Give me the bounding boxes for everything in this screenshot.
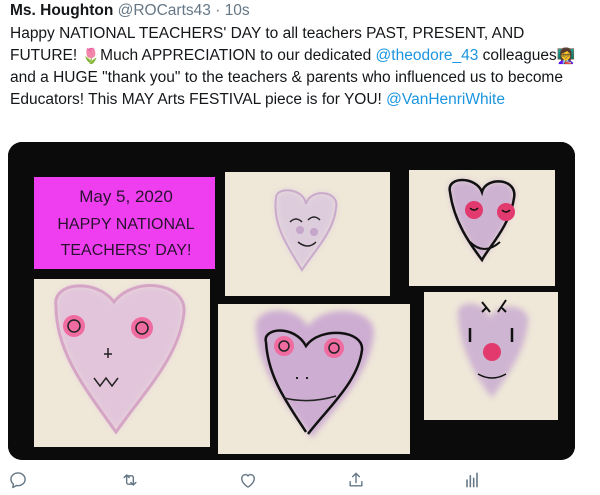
mention-link[interactable]: @VanHenriWhite <box>386 91 505 108</box>
artwork-heart-face-4 <box>218 304 410 454</box>
tweet-timestamp[interactable]: 10s <box>225 2 250 19</box>
artwork-heart-face-3 <box>34 279 210 447</box>
author-name[interactable]: Ms. Houghton <box>10 2 113 19</box>
like-icon <box>241 473 255 488</box>
reply-icon <box>10 472 26 489</box>
reply-button[interactable] <box>8 470 32 494</box>
mention-link[interactable]: @theodore_43 <box>376 47 479 64</box>
analytics-icon <box>466 472 478 488</box>
tweet-text: Happy NATIONAL TEACHERS' DAY to all teac… <box>10 23 595 110</box>
share-icon <box>349 472 363 487</box>
artwork-heart-face-5 <box>424 292 558 420</box>
photo-artwork: May 5, 2020 HAPPY NATIONAL TEACHERS' DAY… <box>8 142 575 460</box>
tweet-media-photo[interactable]: May 5, 2020 HAPPY NATIONAL TEACHERS' DAY… <box>8 142 575 460</box>
tweet-text-segment: colleagues <box>478 46 557 64</box>
tulip-emoji-icon: 🌷 <box>81 47 101 65</box>
retweet-button[interactable] <box>120 470 144 494</box>
share-button[interactable] <box>346 470 370 494</box>
teacher-emoji-icon: 👩‍🏫 <box>556 47 576 65</box>
analytics-button[interactable] <box>462 470 486 494</box>
artwork-heart-face-2 <box>409 170 555 286</box>
retweet-icon <box>123 474 137 486</box>
sign-line-teachers: TEACHERS' DAY! <box>61 242 192 259</box>
like-button[interactable] <box>238 470 262 494</box>
tweet-text-segment: Much APPRECIATION to our dedicated <box>100 46 376 64</box>
separator-dot: · <box>215 2 221 19</box>
sign-date: May 5, 2020 <box>79 187 173 206</box>
artwork-heart-face-1 <box>225 172 390 296</box>
tweet-actions-bar <box>0 470 600 495</box>
author-handle[interactable]: @ROCarts43 <box>118 2 211 19</box>
sign-line-happy: HAPPY NATIONAL <box>57 216 194 233</box>
tweet-header: Ms. Houghton @ROCarts43 · 10s <box>10 1 250 21</box>
